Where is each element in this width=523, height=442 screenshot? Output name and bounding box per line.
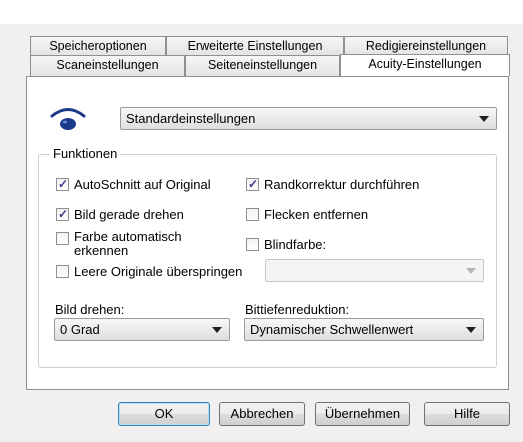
rotate-label: Bild drehen: — [55, 302, 125, 317]
edge-fix-label[interactable]: Randkorrektur durchführen — [264, 177, 419, 192]
check-icon: ✓ — [58, 207, 69, 221]
deskew-label[interactable]: Bild gerade drehen — [74, 207, 184, 222]
edge-fix-checkbox[interactable]: ✓ — [246, 177, 259, 191]
autocrop-label[interactable]: AutoSchnitt auf Original — [74, 177, 211, 192]
dropout-color-select[interactable] — [265, 259, 484, 282]
help-button[interactable]: Hilfe — [424, 402, 510, 426]
tab-redaction-settings[interactable]: Redigiereinstellungen — [344, 36, 508, 55]
bitdepth-label: Bittiefenreduktion: — [245, 302, 350, 317]
tab-acuity-settings[interactable]: Acuity-Einstellungen — [340, 54, 510, 76]
skip-blank-label[interactable]: Leere Originale überspringen — [74, 264, 242, 279]
bitdepth-select[interactable]: Dynamischer Schwellenwert — [244, 318, 484, 341]
apply-button[interactable]: Übernehmen — [315, 402, 410, 426]
bitdepth-select-value: Dynamischer Schwellenwert — [250, 322, 414, 337]
profile-select[interactable]: Standardeinstellungen — [120, 107, 497, 130]
profile-select-value: Standardeinstellungen — [126, 111, 256, 126]
auto-color-label-line1[interactable]: Farbe automatisch — [74, 229, 182, 244]
tab-page-settings[interactable]: Seiteneinstellungen — [185, 55, 340, 76]
tab-storage-options[interactable]: Speicheroptionen — [30, 36, 166, 55]
deskew-checkbox[interactable]: ✓ — [56, 207, 69, 221]
tab-scan-settings[interactable]: Scaneinstellungen — [30, 55, 185, 76]
cancel-button[interactable]: Abbrechen — [219, 402, 305, 426]
functions-group-title: Funktionen — [50, 146, 121, 162]
auto-color-label-line2[interactable]: erkennen — [74, 243, 128, 258]
auto-color-checkbox[interactable] — [56, 232, 69, 245]
chevron-down-icon — [212, 327, 222, 333]
dropout-checkbox[interactable] — [246, 238, 259, 251]
dropout-label[interactable]: Blindfarbe: — [264, 237, 326, 252]
chevron-down-icon — [466, 327, 476, 333]
chevron-down-icon — [466, 268, 476, 274]
eye-icon — [48, 104, 88, 138]
top-strip — [0, 0, 523, 24]
check-icon: ✓ — [248, 177, 259, 191]
check-icon: ✓ — [58, 177, 69, 191]
despeckle-label[interactable]: Flecken entfernen — [264, 207, 368, 222]
rotate-select-value: 0 Grad — [60, 322, 100, 337]
chevron-down-icon — [479, 116, 489, 122]
autocrop-checkbox[interactable]: ✓ — [56, 177, 69, 191]
skip-blank-checkbox[interactable] — [56, 265, 69, 278]
rotate-select[interactable]: 0 Grad — [54, 318, 230, 341]
despeckle-checkbox[interactable] — [246, 208, 259, 221]
settings-dialog: Speicheroptionen Erweiterte Einstellunge… — [0, 0, 523, 442]
tab-advanced-settings[interactable]: Erweiterte Einstellungen — [166, 36, 344, 55]
ok-button[interactable]: OK — [118, 402, 210, 426]
